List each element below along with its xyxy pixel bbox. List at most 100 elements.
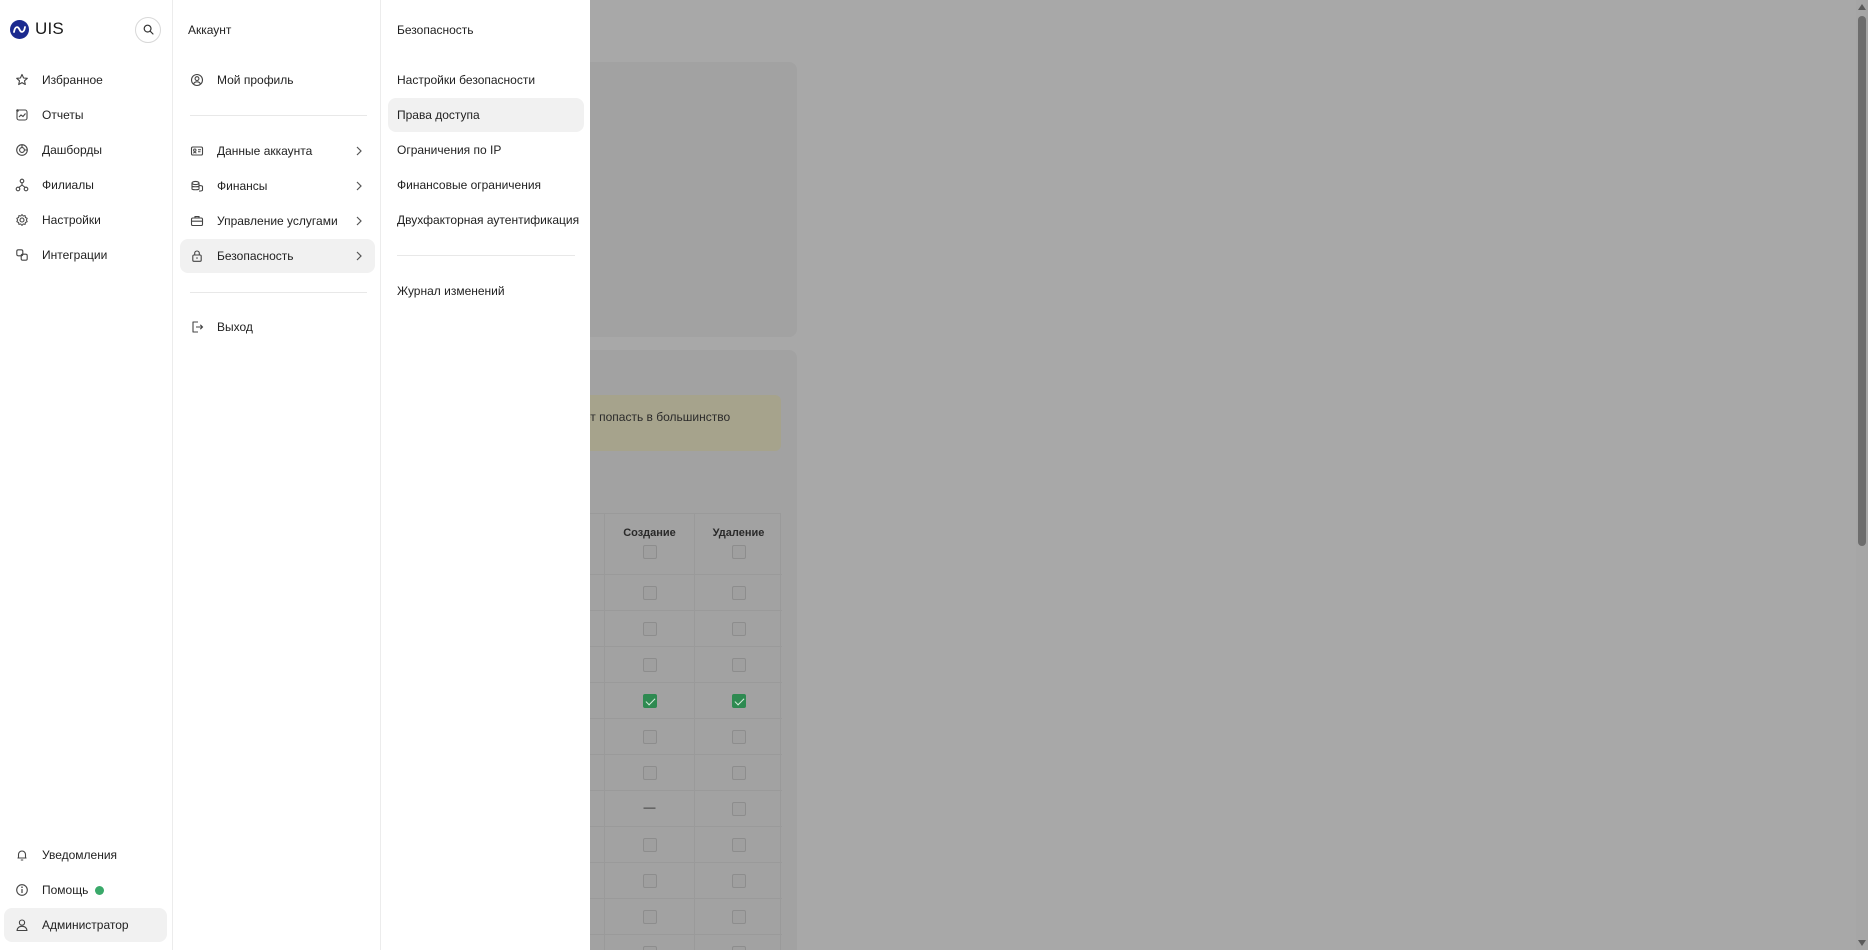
permission-checkbox[interactable] [731,874,746,888]
sidebar-item-label: Дашборды [42,143,102,157]
menu-item-label: Безопасность [217,249,294,263]
sidebar-item-label: Отчеты [42,108,84,122]
menu-item-label: Финансы [217,179,268,193]
table-row [567,610,782,647]
scroll-up-arrow[interactable] [1858,4,1866,10]
menu-item-account-data[interactable]: Данные аккаунта [180,134,375,168]
sidebar-item-label: Интеграции [42,248,108,262]
permission-checkbox[interactable] [642,586,657,600]
sidebar-item-label: Настройки [42,213,101,227]
permission-checkbox[interactable] [642,730,657,744]
briefcase-icon [187,211,207,231]
menu-item-label: Данные аккаунта [217,144,313,158]
sidebar-item-settings[interactable]: Настройки [4,203,167,237]
table-row [567,898,782,935]
menu-item-security[interactable]: Безопасность [180,239,375,273]
sidebar-item-label: Помощь [42,883,89,897]
scroll-thumb[interactable] [1858,16,1866,546]
permission-checkbox[interactable] [642,658,657,672]
menu-item-label: Управление услугами [217,214,338,228]
menu-item-logout[interactable]: Выход [180,310,375,344]
account-menu-panel: Аккаунт Мой профиль Данные аккаунта Фина… [173,0,381,950]
table-cell-create [604,611,694,647]
permission-checkbox[interactable] [731,730,746,744]
warning-text: жет попасть в большинство [576,410,731,424]
table-cell-create [604,935,694,950]
permission-checkbox[interactable] [731,946,746,950]
permission-checkbox[interactable] [731,802,746,816]
permission-checkbox[interactable] [642,622,657,636]
table-row [567,718,782,755]
not-applicable-dash: — [643,800,656,814]
integrations-icon [12,245,32,265]
security-menu-title: Безопасность [397,23,474,37]
help-status-dot [95,885,105,895]
sidebar-item-administrator[interactable]: Администратор [4,908,167,942]
permissions-table: Создание Удаление — [566,513,782,950]
submenu-item-access-rights[interactable]: Права доступа [388,98,584,132]
table-cell-create [604,899,694,935]
sidebar-item-dashboards[interactable]: Дашборды [4,133,167,167]
table-cell-delete [694,899,782,935]
permission-checkbox[interactable] [731,658,746,672]
menu-divider [190,292,367,293]
permission-checkbox[interactable] [642,910,657,924]
sidebar-item-notifications[interactable]: Уведомления [4,838,167,872]
permission-checkbox[interactable] [731,766,746,780]
permission-checkbox[interactable] [642,766,657,780]
permission-checkbox[interactable] [642,946,657,950]
menu-divider [190,115,367,116]
security-submenu-panel: Безопасность Настройки безопасности Прав… [381,0,590,950]
submenu-item-ip-restrictions[interactable]: Ограничения по IP [388,133,584,167]
table-row [567,574,782,611]
user-icon [12,915,32,935]
chevron-right-icon [351,178,367,194]
app-logo[interactable]: UIS [10,19,64,39]
id-card-icon [187,141,207,161]
select-all-create-checkbox[interactable] [642,545,657,559]
menu-item-service-management[interactable]: Управление услугами [180,204,375,238]
submenu-item-change-log[interactable]: Журнал изменений [388,274,584,308]
table-cell-delete [694,683,782,719]
table-cell-create [604,863,694,899]
lock-icon [187,246,207,266]
sidebar-item-branches[interactable]: Филиалы [4,168,167,202]
uis-logo-icon [10,19,29,39]
menu-item-finances[interactable]: Финансы [180,169,375,203]
dashboard-icon [12,140,32,160]
submenu-item-financial-limits[interactable]: Финансовые ограничения [388,168,584,202]
sidebar-item-help[interactable]: Помощь [4,873,167,907]
permission-checkbox[interactable] [731,622,746,636]
table-cell-delete [694,755,782,791]
submenu-item-two-factor-auth[interactable]: Двухфакторная аутентификация [388,203,584,237]
sidebar-item-reports[interactable]: Отчеты [4,98,167,132]
permission-checkbox[interactable] [731,910,746,924]
permission-checkbox[interactable] [642,838,657,852]
menu-item-my-profile[interactable]: Мой профиль [180,63,375,97]
sidebar-item-favorites[interactable]: Избранное [4,63,167,97]
table-cell-create [604,647,694,683]
page-scrollbar[interactable] [1856,0,1868,950]
submenu-item-security-settings[interactable]: Настройки безопасности [388,63,584,97]
table-cell-delete [694,791,782,827]
menu-item-label: Выход [217,320,253,334]
table-cell-delete [694,647,782,683]
menu-divider [397,255,575,256]
table-row [567,826,782,863]
sidebar-item-integrations[interactable]: Интеграции [4,238,167,272]
select-all-delete-checkbox[interactable] [731,545,746,559]
scroll-down-arrow[interactable] [1858,940,1866,946]
search-button[interactable] [135,17,161,43]
table-row [567,754,782,791]
permission-checkbox[interactable] [731,838,746,852]
table-cell-create [604,827,694,863]
chevron-right-icon [351,248,367,264]
sidebar-item-label: Филиалы [42,178,94,192]
table-cell-create [604,755,694,791]
permission-checkbox[interactable] [731,586,746,600]
permission-checkbox[interactable] [731,694,746,708]
permission-checkbox[interactable] [642,874,657,888]
permission-checkbox[interactable] [642,694,657,708]
sidebar-item-label: Администратор [42,918,129,932]
table-row: — [567,790,782,827]
